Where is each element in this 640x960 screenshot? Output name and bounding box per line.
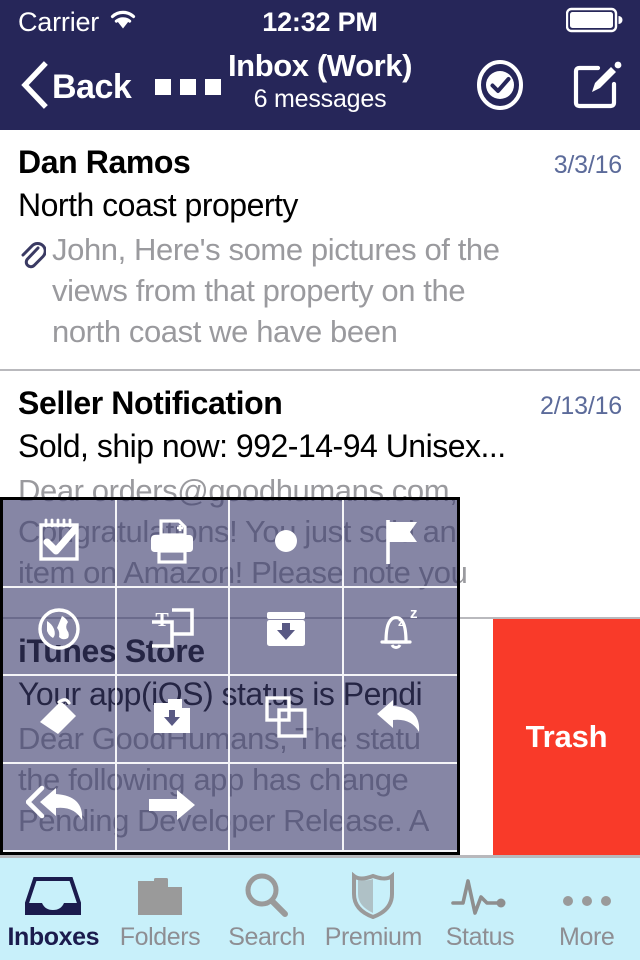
shield-icon [348, 867, 398, 919]
action-cell-reply-all[interactable] [3, 764, 117, 852]
tab-label-folders: Folders [119, 922, 201, 951]
action-cell-duplicate[interactable] [230, 676, 344, 764]
reply-icon [371, 694, 429, 745]
notepad-check-icon [33, 515, 85, 572]
tab-folders[interactable]: Folders [107, 858, 214, 960]
action-grid-overlay: T z z [0, 497, 460, 855]
compose-icon[interactable] [570, 59, 622, 116]
action-cell-move-to-folder[interactable] [116, 676, 230, 764]
folder-icon [134, 867, 186, 919]
clock-label: 12:32 PM [262, 6, 378, 37]
globe-icon [34, 604, 84, 659]
tab-status[interactable]: Status [427, 858, 534, 960]
svg-text:z: z [410, 605, 418, 622]
tab-more[interactable]: More [533, 858, 640, 960]
message-sender: Seller Notification [18, 385, 283, 421]
dot-2 [180, 79, 197, 95]
text-box-icon: T [146, 604, 198, 659]
action-cell-label[interactable] [3, 676, 117, 764]
preview-line: views from that property on the [52, 272, 466, 308]
chevron-left-icon [18, 60, 50, 115]
action-cell-plain-text[interactable]: T [116, 588, 230, 676]
tab-bar: Inboxes Folders Search Premium Status Mo… [0, 855, 640, 960]
message-subject: Sold, ship now: 992-14-94 Unisex... [18, 428, 506, 464]
action-cell-archive[interactable] [230, 588, 344, 676]
svg-text:T: T [156, 609, 170, 631]
tab-label-more: More [559, 922, 615, 951]
reply-all-icon [25, 782, 92, 833]
action-cell-print[interactable] [116, 500, 230, 588]
action-cell-flag[interactable] [343, 500, 457, 588]
message-date: 2/13/16 [539, 392, 622, 420]
action-cell-empty [230, 764, 344, 852]
archive-down-icon [261, 606, 311, 657]
tab-premium[interactable]: Premium [320, 858, 427, 960]
message-row[interactable]: Dan Ramos 3/3/16 North coast property Jo… [0, 130, 640, 369]
forward-arrow-icon [145, 785, 199, 830]
printer-icon [145, 515, 199, 572]
copy-icon [261, 692, 311, 747]
inbox-icon [25, 867, 82, 919]
tab-label-status: Status [445, 922, 515, 951]
back-button-label: Back [52, 67, 132, 106]
message-preview-wrap: John, Here's some pictures of the views … [18, 230, 622, 353]
message-row-header: Dan Ramos 3/3/16 [18, 144, 622, 181]
preview-line: John, Here's some pictures of the [52, 232, 500, 267]
action-cell-open-in-browser[interactable] [3, 588, 117, 676]
folder-move-icon [146, 693, 198, 746]
paperclip-icon [18, 230, 52, 353]
search-icon [241, 867, 293, 919]
pulse-icon [451, 867, 509, 919]
svg-text:z: z [398, 617, 404, 629]
action-cell-mark-as-task[interactable] [3, 500, 117, 588]
action-cell-reply[interactable] [343, 676, 457, 764]
action-cell-empty [343, 764, 457, 852]
message-row-header: Seller Notification 2/13/16 [18, 385, 622, 422]
more-dots-icon[interactable] [155, 79, 222, 95]
dot-1 [155, 79, 172, 95]
snooze-bell-icon: z z [372, 602, 428, 661]
tab-inboxes[interactable]: Inboxes [0, 858, 107, 960]
message-sender: Dan Ramos [18, 144, 191, 180]
dot-3 [205, 79, 222, 95]
message-date: 3/3/16 [553, 151, 623, 179]
status-bar: Carrier 12:32 PM [0, 0, 640, 44]
tab-label-inboxes: Inboxes [7, 922, 100, 951]
preview-line: north coast we have been [52, 313, 398, 349]
tag-icon [32, 692, 86, 747]
trash-action-label: Trash [525, 719, 608, 754]
navigation-bar: Back Inbox (Work) 6 messages [0, 44, 640, 130]
nav-actions [474, 59, 622, 116]
tab-label-search: Search [228, 922, 306, 951]
message-subject: North coast property [18, 187, 298, 223]
message-preview: John, Here's some pictures of the views … [52, 230, 500, 353]
email-app-screen: Carrier 12:32 PM Back Inbox (Work) 6 mes… [0, 0, 640, 960]
mark-unread-dot-icon [266, 521, 306, 566]
tab-label-premium: Premium [324, 922, 423, 951]
check-circle-icon[interactable] [474, 59, 526, 116]
action-cell-mark-unread[interactable] [230, 500, 344, 588]
ellipsis-icon [560, 867, 614, 919]
trash-swipe-action[interactable]: Trash [493, 619, 640, 855]
back-button[interactable]: Back [18, 60, 132, 115]
tab-search[interactable]: Search [213, 858, 320, 960]
action-cell-snooze[interactable]: z z [343, 588, 457, 676]
action-cell-forward[interactable] [116, 764, 230, 852]
flag-icon [375, 514, 425, 573]
